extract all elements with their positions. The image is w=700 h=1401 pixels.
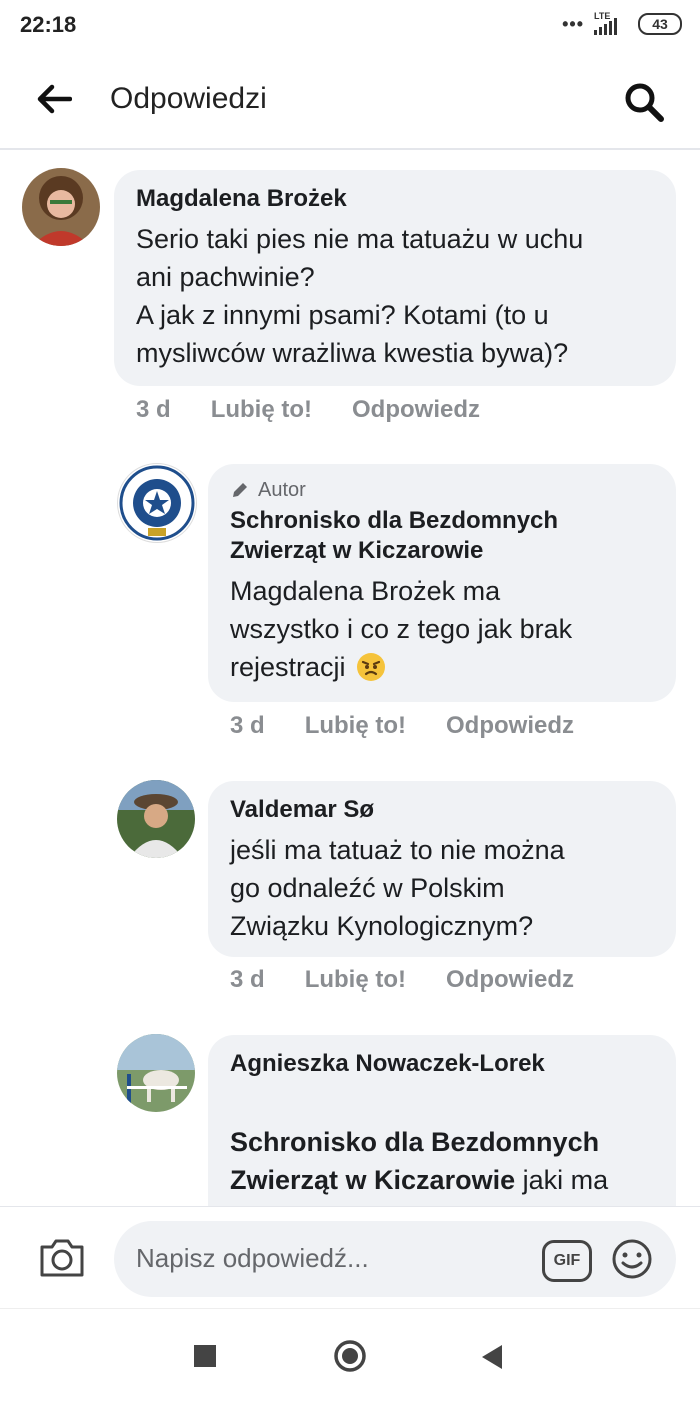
comment-actions: 3 d Lubię to! Odpowiedz xyxy=(230,712,614,740)
comment-author[interactable]: Schronisko dla Bezdomnych Zwierząt w Kic… xyxy=(230,506,654,566)
avatar[interactable] xyxy=(117,463,197,543)
status-icons: ••• LTE 43 xyxy=(562,10,682,38)
status-time: 22:18 xyxy=(20,12,77,37)
author-badge-label: Autor xyxy=(258,479,306,501)
comment-bubble[interactable]: Valdemar Sø jeśli ma tatuaż to nie można… xyxy=(208,781,676,957)
comment-author[interactable]: Magdalena Brożek xyxy=(136,184,654,214)
like-button[interactable]: Lubię to! xyxy=(211,396,312,424)
author-badge: Autor xyxy=(230,478,654,502)
page-title: Odpowiedzi xyxy=(110,82,267,115)
signal-icon: LTE xyxy=(592,11,630,37)
comment-time: 3 d xyxy=(136,396,171,423)
recent-apps-icon[interactable] xyxy=(194,1345,216,1367)
comment-author[interactable]: Valdemar Sø xyxy=(230,795,654,825)
comment-text: Magdalena Brożek ma wszystko i co z tego… xyxy=(230,576,573,682)
comment-actions: 3 d Lubię to! Odpowiedz xyxy=(136,396,520,424)
angry-emoji-icon xyxy=(356,653,385,681)
comment-bubble[interactable]: Autor Schronisko dla Bezdomnych Zwierząt… xyxy=(208,464,676,702)
system-nav-bar xyxy=(0,1308,700,1401)
comment-actions: 3 d Lubię to! Odpowiedz xyxy=(230,966,614,994)
avatar[interactable] xyxy=(117,780,195,858)
search-icon[interactable] xyxy=(622,80,666,124)
like-button[interactable]: Lubię to! xyxy=(305,966,406,994)
comment-bubble[interactable]: Agnieszka Nowaczek-Lorek Schronisko dla … xyxy=(208,1035,676,1235)
battery-icon: 43 xyxy=(638,13,682,35)
reply-input-placeholder: Napisz odpowiedź... xyxy=(136,1243,369,1273)
avatar[interactable] xyxy=(22,168,100,246)
comment-time: 3 d xyxy=(230,712,265,739)
comment-text-wrap: Magdalena Brożek ma wszystko i co z tego… xyxy=(230,572,654,686)
camera-icon[interactable] xyxy=(38,1235,86,1279)
more-dots-icon: ••• xyxy=(562,13,584,34)
nav-back-icon[interactable] xyxy=(480,1343,504,1371)
header: Odpowiedzi xyxy=(0,50,700,150)
emoji-icon[interactable] xyxy=(610,1237,654,1281)
reply-button[interactable]: Odpowiedz xyxy=(446,966,574,994)
like-button[interactable]: Lubię to! xyxy=(305,712,406,740)
reply-composer: Napisz odpowiedź... GIF xyxy=(0,1206,700,1309)
pencil-icon xyxy=(233,483,247,497)
reply-input[interactable]: Napisz odpowiedź... GIF xyxy=(114,1221,676,1297)
comment-time: 3 d xyxy=(230,966,265,993)
status-bar: 22:18 ••• LTE 43 xyxy=(0,0,700,50)
comment-author[interactable]: Agnieszka Nowaczek-Lorek xyxy=(230,1049,654,1079)
reply-button[interactable]: Odpowiedz xyxy=(446,712,574,740)
comment-bubble[interactable]: Magdalena Brożek Serio taki pies nie ma … xyxy=(114,170,676,386)
home-icon[interactable] xyxy=(333,1339,367,1373)
gif-button[interactable]: GIF xyxy=(542,1240,592,1282)
back-arrow-icon[interactable] xyxy=(36,83,72,115)
avatar[interactable] xyxy=(117,1034,195,1112)
reply-button[interactable]: Odpowiedz xyxy=(352,396,480,424)
comment-text: jeśli ma tatuaż to nie można go odnaleźć… xyxy=(230,835,565,941)
comment-text: Serio taki pies nie ma tatuażu w uchu an… xyxy=(136,224,584,368)
